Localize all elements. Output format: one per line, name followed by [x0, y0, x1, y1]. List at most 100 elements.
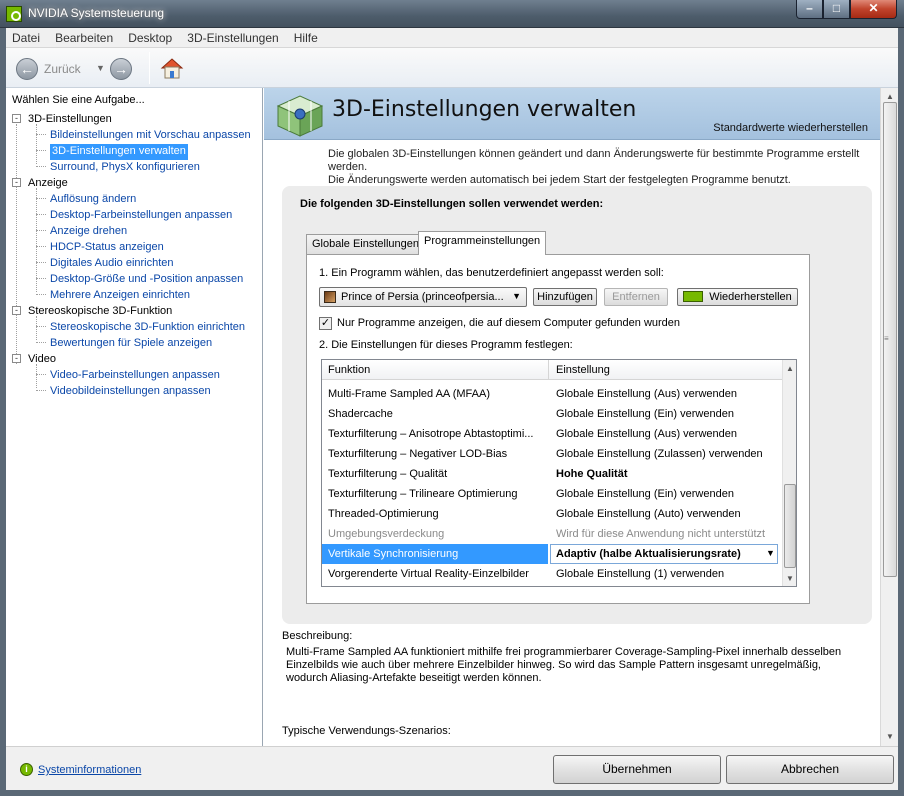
nvidia-logo-icon [683, 291, 704, 302]
menu-help[interactable]: Hilfe [288, 28, 324, 45]
tree-line [36, 316, 37, 340]
scroll-up-icon[interactable]: ▲ [886, 92, 894, 101]
minimize-button[interactable]: – [796, 0, 823, 19]
tree-line [36, 262, 46, 263]
sidebar-item-video-image[interactable]: Videobildeinstellungen anpassen [50, 384, 211, 400]
program-select-value: Prince of Persia (princeofpersia... [341, 291, 504, 303]
table-row[interactable]: Texturfilterung – Trilineare Optimierung… [322, 484, 782, 504]
grid-header: Funktion Einstellung [322, 360, 782, 380]
restore-defaults-link[interactable]: Standardwerte wiederherstellen [713, 122, 868, 134]
collapse-icon[interactable]: - [12, 114, 21, 123]
content-scrollbar[interactable]: ▲ ≡ ▼ [880, 88, 898, 746]
table-row[interactable]: Vorgerenderte Virtual Reality-Einzelbild… [322, 564, 782, 584]
category-stereoscopic-3d[interactable]: Stereoskopische 3D-Funktion [28, 304, 172, 320]
tree-line [36, 214, 46, 215]
collapse-icon[interactable]: - [12, 178, 21, 187]
back-button-label[interactable]: Zurück [44, 62, 81, 76]
history-dropdown-icon[interactable]: ▼ [96, 63, 105, 73]
settings-group: Die folgenden 3D-Einstellungen sollen ve… [282, 186, 872, 624]
forward-arrow-icon[interactable]: → [110, 58, 132, 80]
sidebar-item-game-ratings[interactable]: Bewertungen für Spiele anzeigen [50, 336, 212, 352]
scroll-up-icon[interactable]: ▲ [786, 364, 794, 373]
only-installed-label: Nur Programme anzeigen, die auf diesem C… [337, 317, 681, 329]
collapse-icon[interactable]: - [12, 306, 21, 315]
3d-settings-icon [276, 95, 324, 137]
sidebar-item-hdcp-status[interactable]: HDCP-Status anzeigen [50, 240, 164, 256]
menu-file[interactable]: Datei [6, 28, 46, 45]
tab-global-settings[interactable]: Globale Einstellungen [306, 234, 426, 254]
grid-scrollbar[interactable]: ▲ ▼ [782, 360, 796, 586]
sidebar-item-video-color[interactable]: Video-Farbeinstellungen anpassen [50, 368, 220, 384]
scroll-down-icon[interactable]: ▼ [786, 574, 794, 583]
menu-desktop[interactable]: Desktop [122, 28, 178, 45]
sidebar-item-desktop-size[interactable]: Desktop-Größe und -Position anpassen [50, 272, 243, 288]
feature-cell: Texturfilterung – Anisotrope Abtastoptim… [328, 428, 534, 440]
sidebar-item-manage-3d-settings[interactable]: 3D-Einstellungen verwalten [50, 144, 188, 160]
chevron-down-icon: ▼ [512, 291, 521, 301]
category-display[interactable]: Anzeige [28, 176, 68, 192]
tree-line [36, 198, 46, 199]
table-row[interactable]: Shadercache Globale Einstellung (Ein) ve… [322, 404, 782, 424]
sidebar-item-resolution[interactable]: Auflösung ändern [50, 192, 136, 208]
setting-cell: Globale Einstellung (Aus) verwenden [556, 388, 737, 400]
sidebar-item-rotate-display[interactable]: Anzeige drehen [50, 224, 127, 240]
scroll-down-icon[interactable]: ▼ [886, 732, 894, 741]
table-row[interactable]: Texturfilterung – Qualität Hohe Qualität [322, 464, 782, 484]
sidebar-item-image-settings[interactable]: Bildeinstellungen mit Vorschau anpassen [50, 128, 251, 144]
column-feature[interactable]: Funktion [328, 364, 370, 376]
settings-heading: Die folgenden 3D-Einstellungen sollen ve… [300, 198, 604, 210]
category-3d-settings[interactable]: 3D-Einstellungen [28, 112, 112, 128]
menu-3d-settings[interactable]: 3D-Einstellungen [181, 28, 284, 45]
tree-line [36, 230, 46, 231]
sidebar-item-surround-physx[interactable]: Surround, PhysX konfigurieren [50, 160, 200, 176]
table-row[interactable]: Umgebungsverdeckung Wird für diese Anwen… [322, 524, 782, 544]
tab-program-settings[interactable]: Programmeinstellungen [418, 231, 547, 255]
add-program-button[interactable]: Hinzufügen [533, 288, 597, 306]
sidebar-item-desktop-color[interactable]: Desktop-Farbeinstellungen anpassen [50, 208, 232, 224]
feature-cell: Texturfilterung – Negativer LOD-Bias [328, 448, 508, 460]
tree-line [36, 166, 46, 167]
collapse-icon[interactable]: - [12, 354, 21, 363]
table-row[interactable]: Multi-Frame Sampled AA (MFAA) Globale Ei… [322, 384, 782, 404]
step-1-label: 1. Ein Programm wählen, das benutzerdefi… [319, 267, 664, 279]
maximize-button[interactable]: □ [823, 0, 850, 19]
menu-edit[interactable]: Bearbeiten [49, 28, 119, 45]
feature-cell: Shadercache [328, 408, 393, 420]
close-button[interactable]: ✕ [850, 0, 897, 19]
chevron-down-icon[interactable]: ▼ [766, 548, 775, 558]
tree-line [36, 278, 46, 279]
column-setting[interactable]: Einstellung [556, 364, 610, 376]
column-divider[interactable] [548, 360, 549, 380]
program-icon [324, 291, 336, 303]
feature-cell: Texturfilterung – Qualität [328, 468, 448, 480]
back-arrow-icon[interactable]: ← [16, 58, 38, 80]
sidebar-item-stereo-setup[interactable]: Stereoskopische 3D-Funktion einrichten [50, 320, 245, 336]
step-2-label: 2. Die Einstellungen für dieses Programm… [319, 339, 573, 351]
table-row[interactable]: Threaded-Optimierung Globale Einstellung… [322, 504, 782, 524]
sidebar-item-multiple-displays[interactable]: Mehrere Anzeigen einrichten [50, 288, 190, 304]
tree-line [36, 326, 46, 327]
tree-line [36, 150, 46, 151]
cancel-button[interactable]: Abbrechen [726, 755, 894, 784]
only-installed-checkbox[interactable]: ✓ [319, 317, 332, 330]
tree-line [36, 390, 46, 391]
home-icon[interactable] [160, 56, 184, 80]
grid-scroll-thumb[interactable] [784, 484, 796, 568]
tree-line [36, 246, 46, 247]
nvidia-app-icon [6, 6, 22, 22]
system-info-icon[interactable]: i [20, 763, 33, 776]
category-video[interactable]: Video [28, 352, 56, 368]
table-row-selected[interactable]: Vertikale Synchronisierung Adaptiv (halb… [322, 544, 782, 564]
system-info-link[interactable]: Systeminformationen [38, 764, 141, 776]
table-row[interactable]: Texturfilterung – Anisotrope Abtastoptim… [322, 424, 782, 444]
apply-button[interactable]: Übernehmen [553, 755, 721, 784]
feature-cell: Vorgerenderte Virtual Reality-Einzelbild… [328, 568, 529, 580]
program-select[interactable]: Prince of Persia (princeofpersia... ▼ [319, 287, 527, 307]
restore-program-button[interactable]: Wiederherstellen [677, 288, 798, 306]
remove-program-button[interactable]: Entfernen [604, 288, 668, 306]
table-row[interactable]: Texturfilterung – Negativer LOD-Bias Glo… [322, 444, 782, 464]
setting-cell: Globale Einstellung (Ein) verwenden [556, 408, 734, 420]
sidebar-item-digital-audio[interactable]: Digitales Audio einrichten [50, 256, 174, 272]
feature-cell: Threaded-Optimierung [328, 508, 439, 520]
window-title: NVIDIA Systemsteuerung [28, 6, 165, 20]
